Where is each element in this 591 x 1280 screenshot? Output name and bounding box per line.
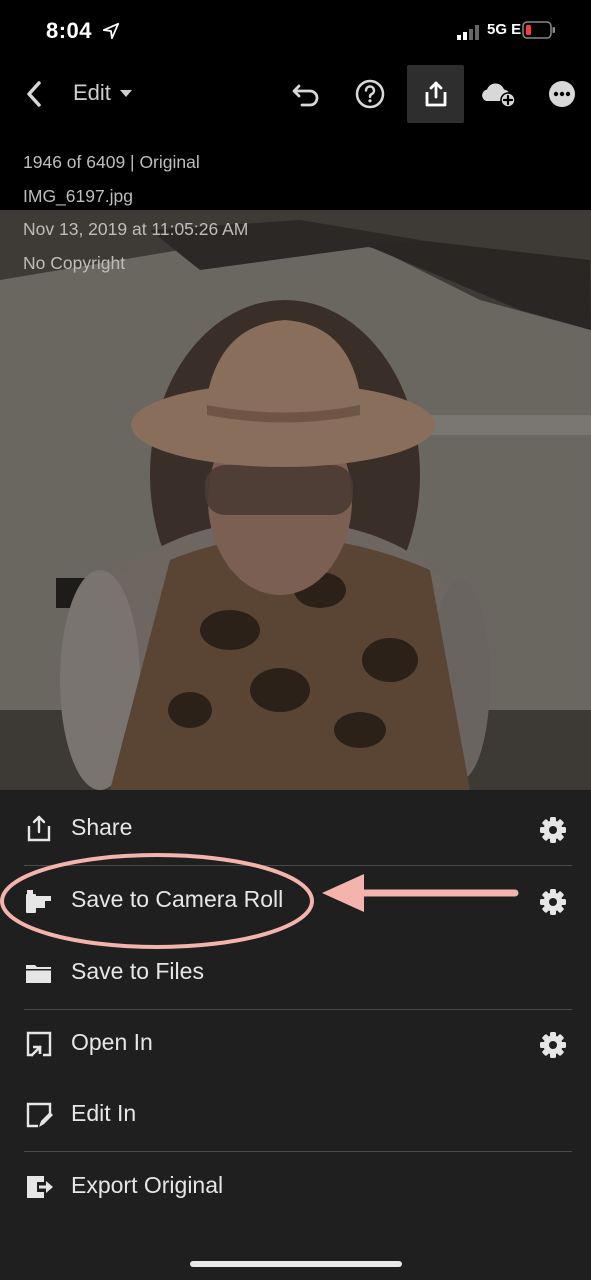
folder-icon [26,965,51,983]
menu-item-export-original[interactable]: Export Original [0,1152,591,1223]
share-icon [425,81,446,107]
photo-date: Nov 13, 2019 at 11:05:26 AM [23,219,249,239]
open-in-icon [26,1031,52,1057]
undo-icon [292,84,319,107]
edit-mode-label: Edit [73,80,111,105]
more-icon [549,81,575,107]
back-button[interactable] [18,76,50,112]
gear-icon[interactable] [539,888,567,916]
network-type: 5G E [487,21,522,38]
cloud-add-button[interactable] [476,74,520,114]
menu-item-share[interactable]: Share [0,794,591,865]
more-button[interactable] [544,74,580,114]
help-button[interactable] [350,74,390,114]
share-button[interactable] [407,65,464,123]
photo-position: 1946 of 6409 | Original [23,152,200,172]
status-bar: 8:04 5G E [0,0,591,62]
battery-icon [522,21,555,39]
menu-item-label: Save to Camera Roll [71,886,284,912]
app-toolbar: Edit [0,62,591,126]
menu-item-open-in[interactable]: Open In [0,1009,591,1080]
gear-icon[interactable] [539,1031,567,1059]
menu-item-label: Open In [71,1029,153,1055]
menu-item-label: Save to Files [71,958,204,984]
edit-in-icon [26,1102,53,1128]
menu-item-save-to-camera-roll[interactable]: Save to Camera Roll [0,866,591,937]
gear-icon[interactable] [539,816,567,844]
share-icon [27,815,51,842]
export-menu-sheet: Share Save to Camera Roll Save to Files … [0,790,591,1280]
photo-info: 1946 of 6409 | Original IMG_6197.jpg Nov… [23,146,248,280]
photo-preview[interactable] [0,210,591,790]
photo-filename: IMG_6197.jpg [23,185,133,206]
back-icon [27,81,41,107]
location-arrow-icon [102,22,120,40]
dropdown-icon [119,90,132,97]
signal-icon [457,25,479,40]
help-icon [355,79,385,109]
menu-item-label: Export Original [71,1172,224,1198]
menu-item-label: Share [71,814,133,840]
photo-copyright: No Copyright [23,252,126,273]
cloud-add-icon [482,83,516,108]
menu-item-label: Edit In [71,1100,137,1126]
menu-item-edit-in[interactable]: Edit In [0,1080,591,1151]
status-time: 8:04 [46,18,93,43]
edit-mode-dropdown[interactable]: Edit [73,80,133,106]
camera-roll-icon [26,890,51,913]
undo-button[interactable] [286,76,326,112]
home-indicator[interactable] [190,1261,402,1267]
menu-item-save-to-files[interactable]: Save to Files [0,938,591,1009]
export-icon [27,1176,53,1198]
